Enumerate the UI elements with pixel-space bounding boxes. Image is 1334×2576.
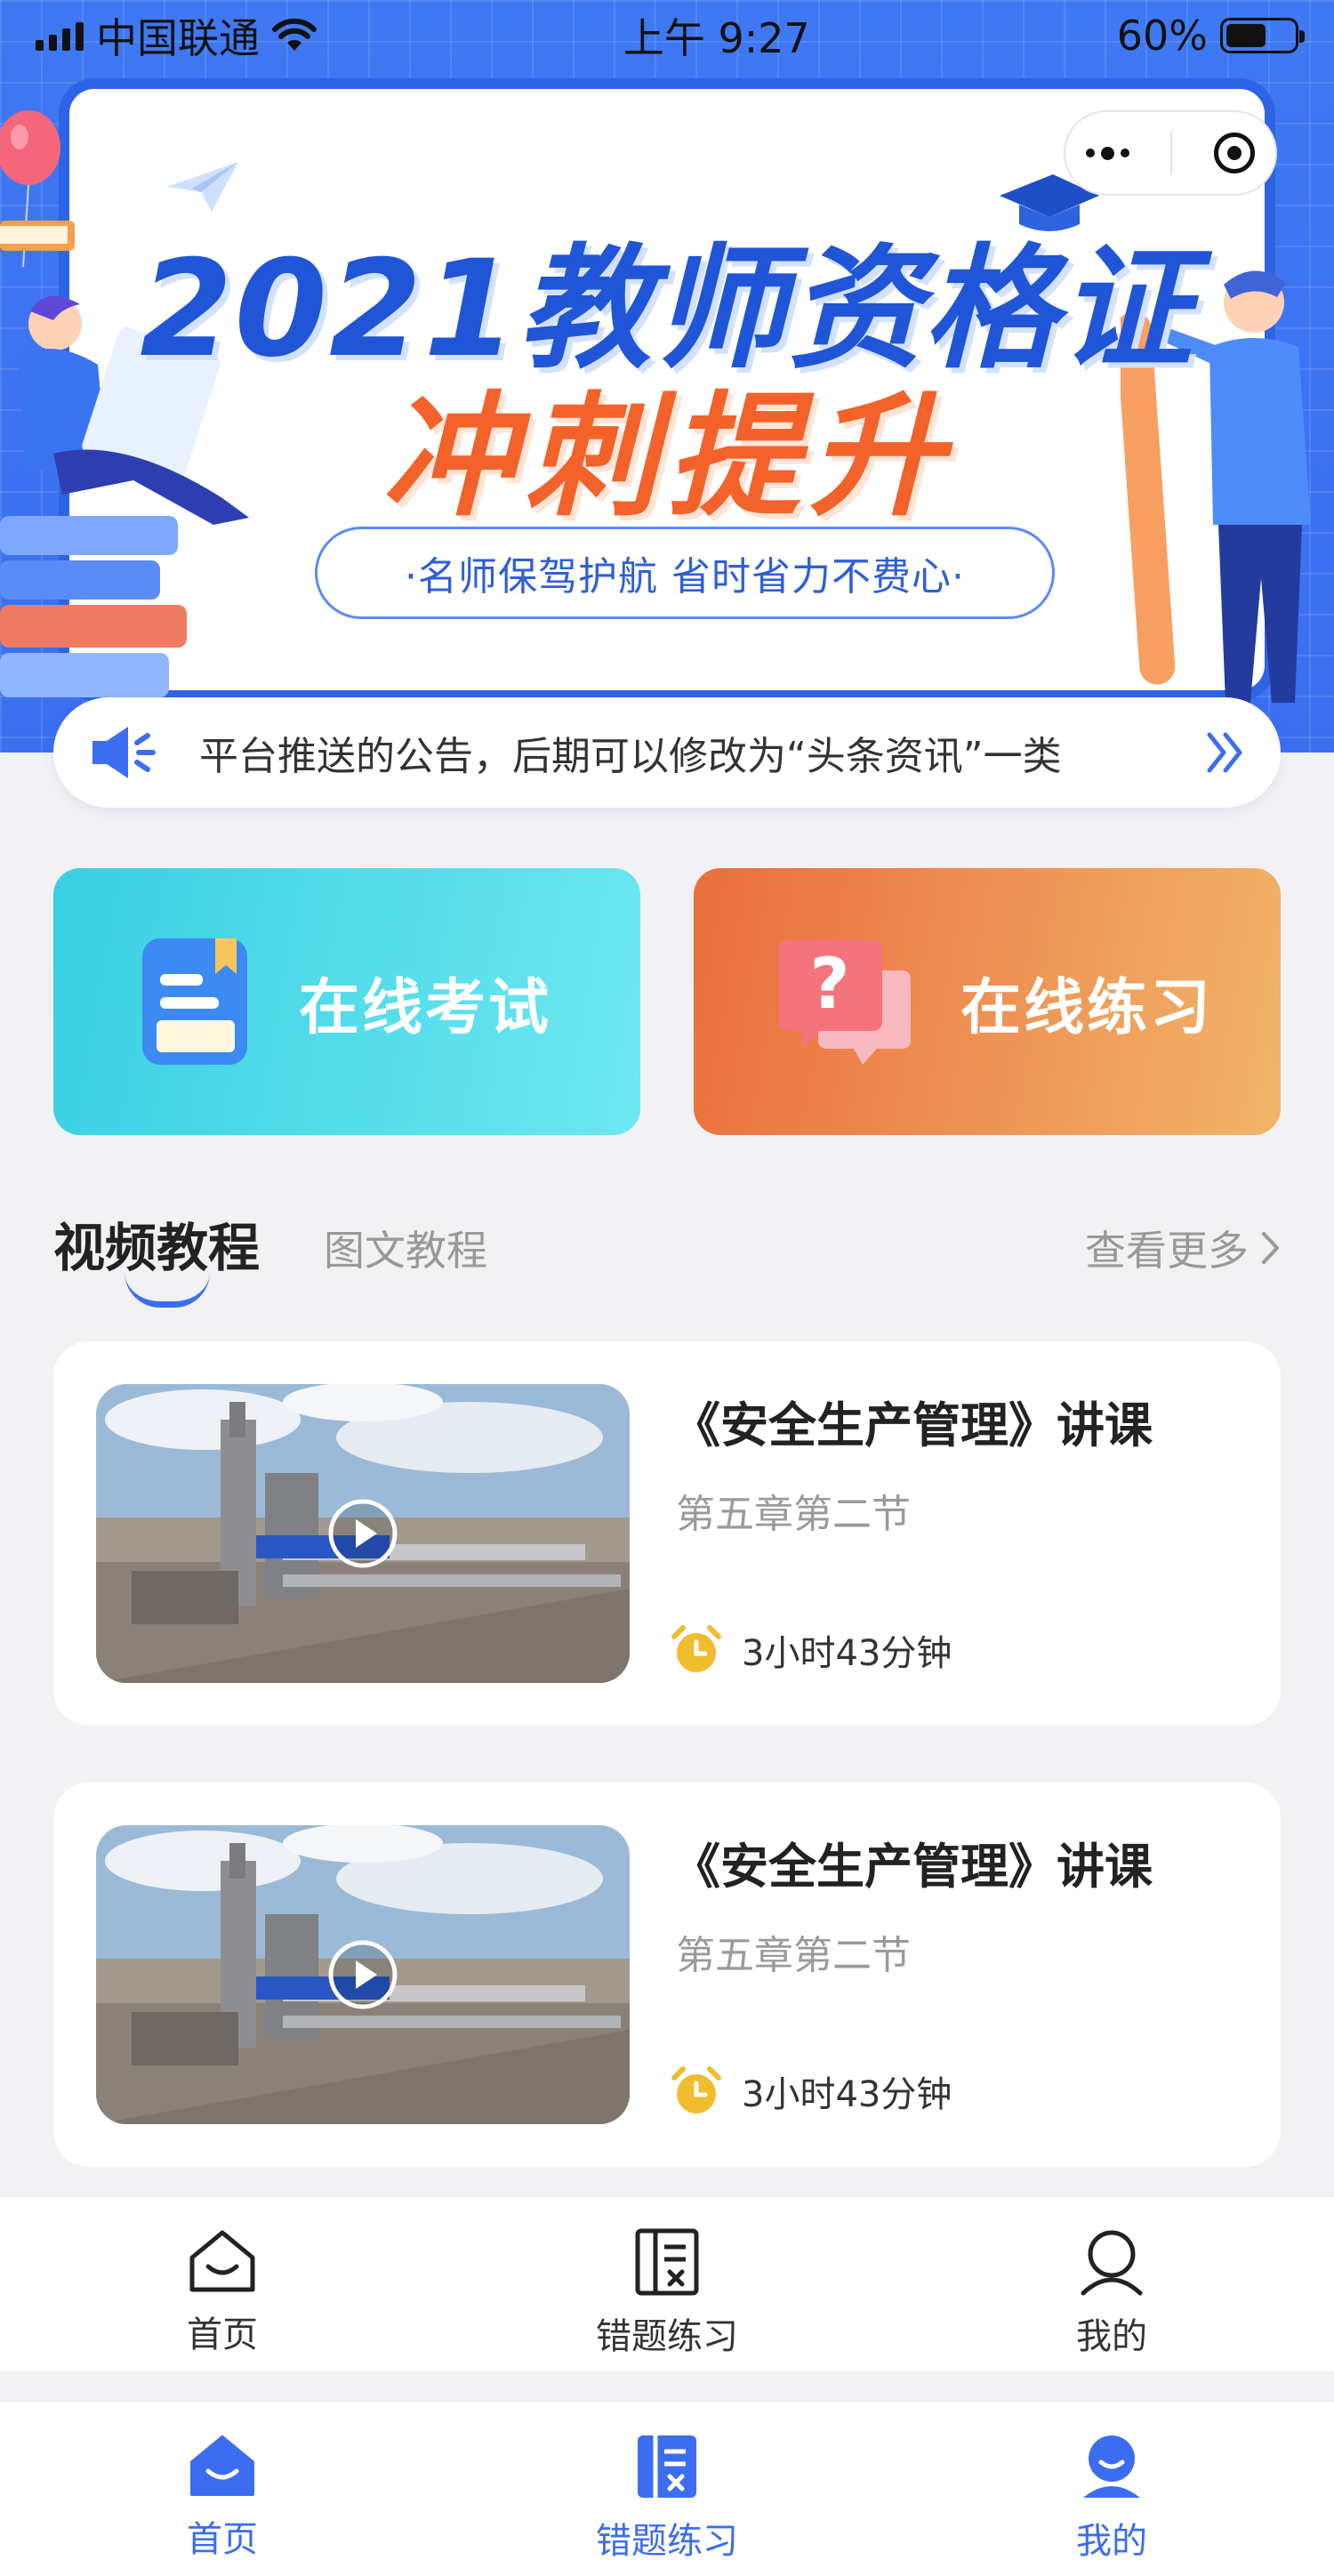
video-thumbnail[interactable]	[96, 1825, 630, 2124]
online-exam-label: 在线考试	[299, 972, 552, 1043]
tabbar-label-mine: 我的	[1076, 2521, 1147, 2562]
status-bar: 中国联通 上午 9:27 60%	[0, 0, 1334, 71]
wifi-icon	[272, 19, 317, 51]
alarm-clock-icon	[671, 1625, 721, 1672]
online-practice-button[interactable]: ? 在线练习	[694, 868, 1281, 1135]
svg-text:?: ?	[809, 945, 849, 1025]
home-icon	[190, 2435, 254, 2496]
alarm-clock-icon	[671, 2066, 721, 2113]
view-more-label: 查看更多	[1085, 1227, 1249, 1275]
battery-icon	[1219, 18, 1305, 53]
play-icon[interactable]	[327, 1939, 398, 2010]
carrier-label: 中国联通	[96, 14, 260, 62]
tabbar-label-wrong-questions: 错题练习	[596, 2316, 738, 2357]
tabbar-label-home: 首页	[187, 2314, 258, 2355]
video-duration: 3小时43分钟	[671, 2065, 952, 2117]
notice-text: 平台推送的公告，后期可以修改为“头条资讯”一类	[199, 734, 1062, 779]
double-chevron-right-icon[interactable]	[1206, 731, 1245, 774]
banner-subtitle: 冲刺提升	[382, 380, 952, 535]
tabbar-label-wrong-questions: 错题练习	[596, 2521, 738, 2562]
bottom-tab-bar: 首页 错题练习 我的	[0, 2197, 1334, 2371]
online-practice-label: 在线练习	[960, 972, 1214, 1043]
active-tab-indicator	[125, 1272, 210, 1308]
video-card[interactable]: 《安全生产管理》讲课 第五章第二节 3小时43分钟	[53, 1783, 1281, 2167]
tabbar-item-wrong-questions[interactable]: 错题练习	[445, 2197, 889, 2359]
video-title: 《安全生产管理》讲课	[672, 1839, 1153, 1895]
bottom-tab-bar-active: 首页 错题练习 我的	[0, 2402, 1334, 2576]
battery-percent: 60%	[1116, 12, 1208, 60]
course-tabs: 视频教程 图文教程 查看更多	[53, 1206, 1281, 1313]
miniprogram-capsule	[1064, 110, 1277, 196]
tab-graphic-tutorials[interactable]: 图文教程	[324, 1219, 487, 1277]
wrong-questions-icon	[638, 2435, 696, 2498]
target-close-icon[interactable]	[1213, 133, 1255, 173]
status-time: 上午 9:27	[623, 14, 810, 62]
tabbar-item-mine[interactable]: 我的	[889, 2197, 1334, 2359]
chevron-right-icon	[1262, 1232, 1279, 1264]
video-duration-text: 3小时43分钟	[742, 1633, 952, 1674]
tabbar-item-mine[interactable]: 我的	[889, 2402, 1334, 2564]
play-icon[interactable]	[327, 1498, 398, 1569]
video-duration-text: 3小时43分钟	[742, 2074, 952, 2115]
home-icon	[189, 2230, 255, 2292]
video-title: 《安全生产管理》讲课	[672, 1397, 1153, 1453]
video-chapter: 第五章第二节	[676, 1492, 911, 1537]
tabbar-label-home: 首页	[187, 2519, 258, 2560]
online-exam-button[interactable]: 在线考试	[53, 868, 640, 1135]
user-icon	[1083, 2435, 1140, 2498]
exam-paper-icon	[142, 938, 247, 1065]
speaker-icon	[92, 727, 156, 778]
tab-video-tutorials[interactable]: 视频教程	[53, 1206, 260, 1281]
tabbar-item-wrong-questions[interactable]: 错题练习	[445, 2402, 889, 2564]
video-duration: 3小时43分钟	[671, 1624, 952, 1676]
banner-tagline: ·名师保驾护航 省时省力不费心·	[315, 527, 1055, 619]
tabbar-item-home[interactable]: 首页	[0, 2402, 445, 2562]
tabbar-label-mine: 我的	[1076, 2316, 1147, 2357]
video-thumbnail[interactable]	[96, 1384, 630, 1683]
more-dots-icon[interactable]	[1086, 146, 1130, 160]
wrong-questions-icon	[635, 2228, 699, 2296]
video-card[interactable]: 《安全生产管理》讲课 第五章第二节 3小时43分钟	[53, 1341, 1281, 1726]
tabbar-item-home[interactable]: 首页	[0, 2197, 445, 2357]
video-chapter: 第五章第二节	[676, 1933, 911, 1978]
view-more-link[interactable]: 查看更多	[1085, 1219, 1281, 1277]
user-icon	[1081, 2230, 1143, 2296]
question-bubble-icon: ?	[779, 940, 911, 1065]
notice-bar[interactable]: 平台推送的公告，后期可以修改为“头条资讯”一类	[53, 697, 1281, 808]
signal-icon	[36, 20, 84, 51]
